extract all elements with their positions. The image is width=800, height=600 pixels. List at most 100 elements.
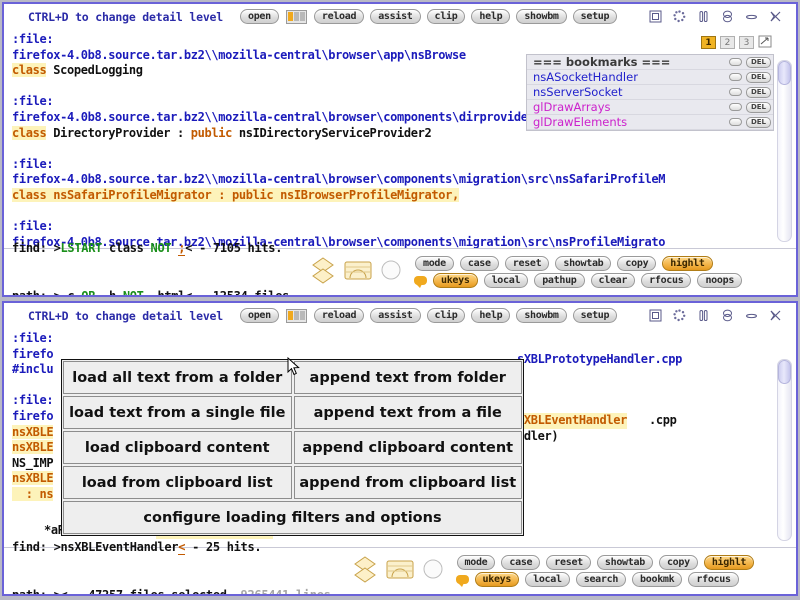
bookmark-label: glDrawElements xyxy=(533,115,628,129)
status-indicator-circle-2[interactable] xyxy=(422,558,444,584)
showbm-button-2[interactable]: showbm xyxy=(516,308,567,323)
assist-button[interactable]: assist xyxy=(370,9,421,24)
pause-icon-2[interactable] xyxy=(697,309,710,322)
open-button-2[interactable]: open xyxy=(239,308,279,323)
bookmark-row[interactable]: glDrawArrays DEL xyxy=(527,100,773,115)
status-indicator-circle[interactable] xyxy=(380,259,402,285)
highlt-button-2[interactable]: highlt xyxy=(703,555,755,570)
bookmark-toggle[interactable] xyxy=(728,118,742,126)
spinner-icon-2[interactable] xyxy=(673,309,686,322)
reload-button-2[interactable]: reload xyxy=(313,308,365,323)
setup-button-2[interactable]: setup xyxy=(572,308,618,323)
local-button[interactable]: local xyxy=(483,273,529,288)
mode-button[interactable]: mode xyxy=(414,256,454,271)
bottom-scrollbar-thumb[interactable] xyxy=(778,360,791,384)
clip-button[interactable]: clip xyxy=(426,9,466,24)
bookmark-tab-3[interactable]: 3 xyxy=(739,36,754,49)
link-icon-2[interactable] xyxy=(721,309,734,322)
reset-button-2[interactable]: reset xyxy=(546,555,591,570)
help-button[interactable]: help xyxy=(471,9,511,24)
top-scrollbar[interactable] xyxy=(777,60,792,242)
path-query-2[interactable]: >< xyxy=(54,588,68,594)
bookmark-row[interactable]: nsServerSocket DEL xyxy=(527,85,773,100)
bookmk-button[interactable]: bookmk xyxy=(632,572,683,587)
noops-button[interactable]: noops xyxy=(697,273,743,288)
top-scrollbar-thumb[interactable] xyxy=(778,61,791,85)
menu-item-append-text-from-folder[interactable]: append text from folder xyxy=(293,361,522,394)
link-icon[interactable] xyxy=(721,10,734,23)
bookmark-tab-2[interactable]: 2 xyxy=(720,36,735,49)
ukeys-button[interactable]: ukeys xyxy=(432,273,478,288)
detail-level-toggle[interactable] xyxy=(285,9,307,24)
minimize-icon-2[interactable] xyxy=(745,309,758,322)
bookmark-row[interactable]: nsASocketHandler DEL xyxy=(527,70,773,85)
menu-item-load-text-from-a-single-file[interactable]: load text from a single file xyxy=(63,396,292,429)
menu-item-load-from-clipboard-list[interactable]: load from clipboard list xyxy=(63,466,292,499)
share-icon[interactable] xyxy=(758,33,772,52)
code-line: firefox-4.0b8.source.tar.bz2\\mozilla-ce… xyxy=(12,172,796,188)
search-button[interactable]: search xyxy=(575,572,627,587)
clip-button-2[interactable]: clip xyxy=(426,308,466,323)
bookmark-delete-button[interactable]: DEL xyxy=(745,86,771,98)
menu-item-load-all-text-from-a-folder[interactable]: load all text from a folder xyxy=(63,361,292,394)
updown-chevron-icon-2[interactable] xyxy=(352,554,378,588)
spinner-icon[interactable] xyxy=(673,10,686,23)
help-button-2[interactable]: help xyxy=(471,308,511,323)
bookmark-toggle[interactable] xyxy=(728,103,742,111)
menu-item-append-text-from-a-file[interactable]: append text from a file xyxy=(293,396,522,429)
bookmark-toggle[interactable] xyxy=(728,73,742,81)
close-icon-2[interactable] xyxy=(769,309,782,322)
copy-button[interactable]: copy xyxy=(617,256,657,271)
application-root: CTRL+D to change detail level open reloa… xyxy=(0,0,800,600)
find-query-2[interactable]: >nsXBLEventHandler< xyxy=(54,540,185,555)
rfocus-button-2[interactable]: rfocus xyxy=(688,572,739,587)
bookmark-delete-button[interactable]: DEL xyxy=(745,71,771,83)
rfocus-button[interactable]: rfocus xyxy=(641,273,692,288)
maximize-icon[interactable] xyxy=(649,10,662,23)
pause-icon[interactable] xyxy=(697,10,710,23)
menu-item-configure-loading-filters-and-options[interactable]: configure loading filters and options xyxy=(63,501,522,534)
bookmark-delete-button[interactable]: DEL xyxy=(745,116,771,128)
showtab-button[interactable]: showtab xyxy=(555,256,612,271)
updown-chevron-icon[interactable] xyxy=(310,255,336,289)
close-icon[interactable] xyxy=(769,10,782,23)
maximize-icon-2[interactable] xyxy=(649,309,662,322)
reset-button[interactable]: reset xyxy=(504,256,550,271)
case-button-2[interactable]: case xyxy=(501,555,541,570)
showbm-button[interactable]: showbm xyxy=(516,9,567,24)
archive-icon-2[interactable] xyxy=(386,557,414,585)
comment-bubble-icon[interactable] xyxy=(413,276,427,288)
assist-button-2[interactable]: assist xyxy=(370,308,421,323)
menu-item-append-from-clipboard-list[interactable]: append from clipboard list xyxy=(293,466,522,499)
bookmark-delete-button[interactable]: DEL xyxy=(745,101,771,113)
bottom-scrollbar[interactable] xyxy=(777,359,792,541)
pathup-button[interactable]: pathup xyxy=(534,273,585,288)
showtab-button-2[interactable]: showtab xyxy=(596,555,653,570)
detail-level-toggle-2[interactable] xyxy=(285,308,307,323)
mode-button-2[interactable]: mode xyxy=(456,555,496,570)
case-button[interactable]: case xyxy=(459,256,499,271)
open-button[interactable]: open xyxy=(239,9,279,24)
highlt-button[interactable]: highlt xyxy=(662,256,713,271)
clear-button[interactable]: clear xyxy=(590,273,636,288)
bottom-text-view[interactable]: :file: firefo #inclu :file: firefo nsXBLE nsX… xyxy=(4,329,796,547)
path-query[interactable]: >.c OR .h NOT .html< xyxy=(54,289,193,295)
comment-bubble-icon-2[interactable] xyxy=(455,575,469,587)
copy-button-2[interactable]: copy xyxy=(658,555,698,570)
ukeys-button-2[interactable]: ukeys xyxy=(474,572,520,587)
archive-icon[interactable] xyxy=(344,258,372,286)
bookmark-toggle[interactable] xyxy=(728,88,742,96)
setup-button[interactable]: setup xyxy=(572,9,618,24)
code-token: nsIDirectoryServiceProvider2 xyxy=(232,125,432,140)
bookmark-delete-button[interactable]: DEL xyxy=(745,56,771,68)
menu-item-append-clipboard-content[interactable]: append clipboard content xyxy=(293,431,522,464)
find-query[interactable]: >LSTART class NOT ;< xyxy=(54,241,192,256)
reload-button[interactable]: reload xyxy=(313,9,365,24)
local-button-2[interactable]: local xyxy=(525,572,570,587)
minimize-icon[interactable] xyxy=(745,10,758,23)
bookmark-tab-1[interactable]: 1 xyxy=(701,36,716,49)
bookmark-row[interactable]: glDrawElements DEL xyxy=(527,115,773,130)
menu-item-load-clipboard-content[interactable]: load clipboard content xyxy=(63,431,292,464)
bookmark-toggle[interactable] xyxy=(728,58,742,66)
